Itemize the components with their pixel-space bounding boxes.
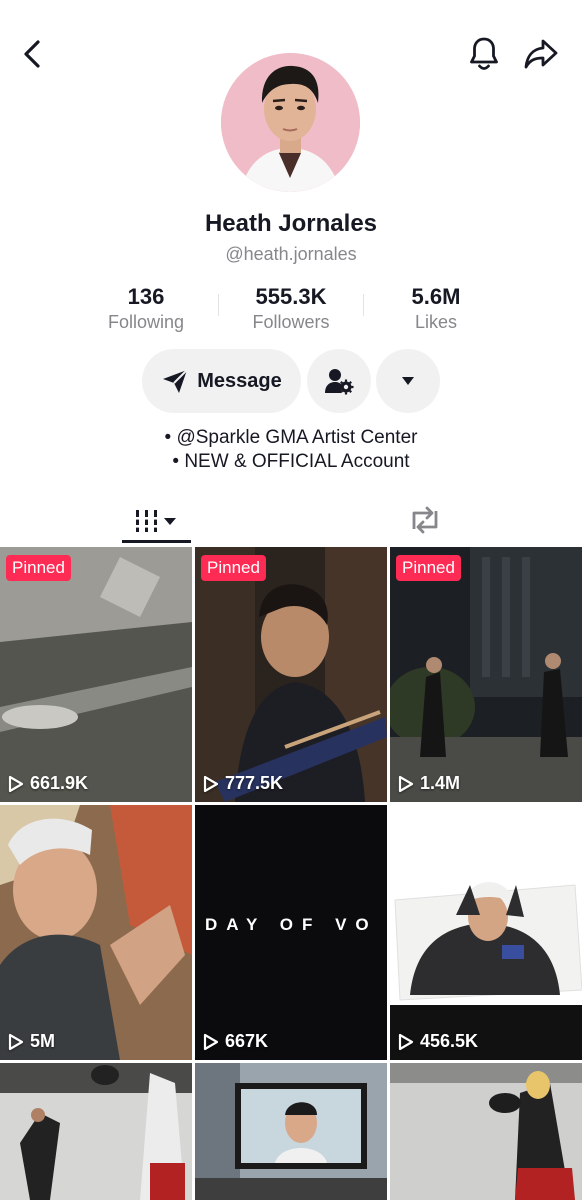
view-count-label: 1.4M bbox=[420, 773, 461, 793]
play-outline-icon bbox=[398, 775, 414, 792]
repost-icon bbox=[412, 506, 438, 534]
share-button[interactable] bbox=[520, 34, 562, 74]
pinned-badge: Pinned bbox=[396, 555, 461, 581]
video-tile[interactable]: 456.5K bbox=[390, 805, 582, 1060]
view-count: 667K bbox=[203, 1031, 268, 1052]
back-button[interactable] bbox=[14, 36, 50, 72]
video-thumbnail bbox=[0, 547, 192, 802]
stat-label: Likes bbox=[414, 312, 458, 332]
share-arrow-icon bbox=[524, 39, 558, 69]
stat-followers[interactable]: 555.3K Followers bbox=[226, 284, 356, 334]
video-thumbnail bbox=[390, 805, 582, 1060]
play-outline-icon bbox=[398, 1033, 414, 1050]
video-tile[interactable]: Pinned 1.4M bbox=[390, 547, 582, 802]
profile-actions: Message bbox=[0, 349, 582, 413]
send-plane-icon bbox=[163, 369, 188, 393]
bell-icon bbox=[470, 37, 498, 70]
message-label: Message bbox=[197, 369, 282, 392]
video-thumbnail bbox=[195, 547, 387, 802]
video-grid: Pinned 661.9K Pinned 777.5K Pinned 1.4M … bbox=[0, 547, 582, 1200]
view-count: 661.9K bbox=[8, 773, 88, 794]
video-tile[interactable]: Pinned 661.9K bbox=[0, 547, 192, 802]
stat-value: 136 bbox=[127, 284, 165, 309]
bio-line: • NEW & OFFICIAL Account bbox=[172, 451, 410, 472]
pinned-badge: Pinned bbox=[201, 555, 266, 581]
stat-value: 5.6M bbox=[411, 284, 461, 309]
tab-reposts[interactable] bbox=[395, 496, 455, 544]
stat-likes[interactable]: 5.6M Likes bbox=[371, 284, 501, 334]
content-tabs bbox=[0, 496, 582, 546]
video-tile[interactable]: Pinned 777.5K bbox=[195, 547, 387, 802]
view-count: 456.5K bbox=[398, 1031, 478, 1052]
notification-bell-button[interactable] bbox=[464, 34, 504, 74]
add-friend-button[interactable] bbox=[307, 349, 371, 413]
bio-line: • @Sparkle GMA Artist Center bbox=[164, 427, 418, 448]
avatar[interactable] bbox=[221, 53, 360, 192]
video-tile[interactable]: 5M bbox=[0, 805, 192, 1060]
video-thumbnail bbox=[390, 547, 582, 802]
person-gear-icon bbox=[325, 369, 354, 395]
chevron-left-icon bbox=[24, 40, 40, 68]
view-count-label: 456.5K bbox=[420, 1031, 479, 1051]
video-overlay-text: DAY OF VO bbox=[205, 915, 378, 934]
stat-label: Followers bbox=[252, 312, 330, 332]
video-tile[interactable]: DAY OF VO 667K bbox=[195, 805, 387, 1060]
view-count-label: 777.5K bbox=[225, 773, 284, 793]
pinned-badge: Pinned bbox=[6, 555, 71, 581]
video-thumbnail bbox=[195, 1063, 387, 1200]
view-count: 1.4M bbox=[398, 773, 460, 794]
video-thumbnail bbox=[0, 1063, 192, 1200]
video-thumbnail bbox=[0, 805, 192, 1060]
profile-handle: @heath.jornales bbox=[225, 244, 357, 264]
profile-bio: • @Sparkle GMA Artist Center • NEW & OFF… bbox=[0, 426, 582, 474]
message-button[interactable]: Message bbox=[142, 349, 301, 413]
view-count: 5M bbox=[8, 1031, 55, 1052]
video-tile[interactable] bbox=[0, 1063, 192, 1200]
avatar-portrait-image bbox=[221, 53, 360, 192]
tab-selected-indicator bbox=[122, 540, 191, 543]
video-tile[interactable] bbox=[390, 1063, 582, 1200]
stat-divider bbox=[363, 294, 364, 316]
stat-divider bbox=[218, 294, 219, 316]
profile-name: Heath Jornales bbox=[204, 210, 378, 237]
video-tile[interactable] bbox=[195, 1063, 387, 1200]
view-count: 777.5K bbox=[203, 773, 283, 794]
stat-following[interactable]: 136 Following bbox=[81, 284, 211, 334]
video-thumbnail bbox=[390, 1063, 582, 1200]
grid-videos-icon bbox=[133, 510, 176, 532]
caret-down-icon bbox=[402, 377, 414, 385]
more-options-button[interactable] bbox=[376, 349, 440, 413]
tab-videos[interactable] bbox=[122, 496, 191, 544]
play-outline-icon bbox=[203, 775, 219, 792]
view-count-label: 667K bbox=[225, 1031, 269, 1051]
play-outline-icon bbox=[8, 775, 24, 792]
view-count-label: 661.9K bbox=[30, 773, 89, 793]
profile-stats: 136 Following 555.3K Followers 5.6M Like… bbox=[0, 284, 582, 340]
stat-value: 555.3K bbox=[255, 284, 327, 309]
stat-label: Following bbox=[107, 312, 185, 332]
play-outline-icon bbox=[203, 1033, 219, 1050]
play-outline-icon bbox=[8, 1033, 24, 1050]
view-count-label: 5M bbox=[30, 1031, 56, 1051]
